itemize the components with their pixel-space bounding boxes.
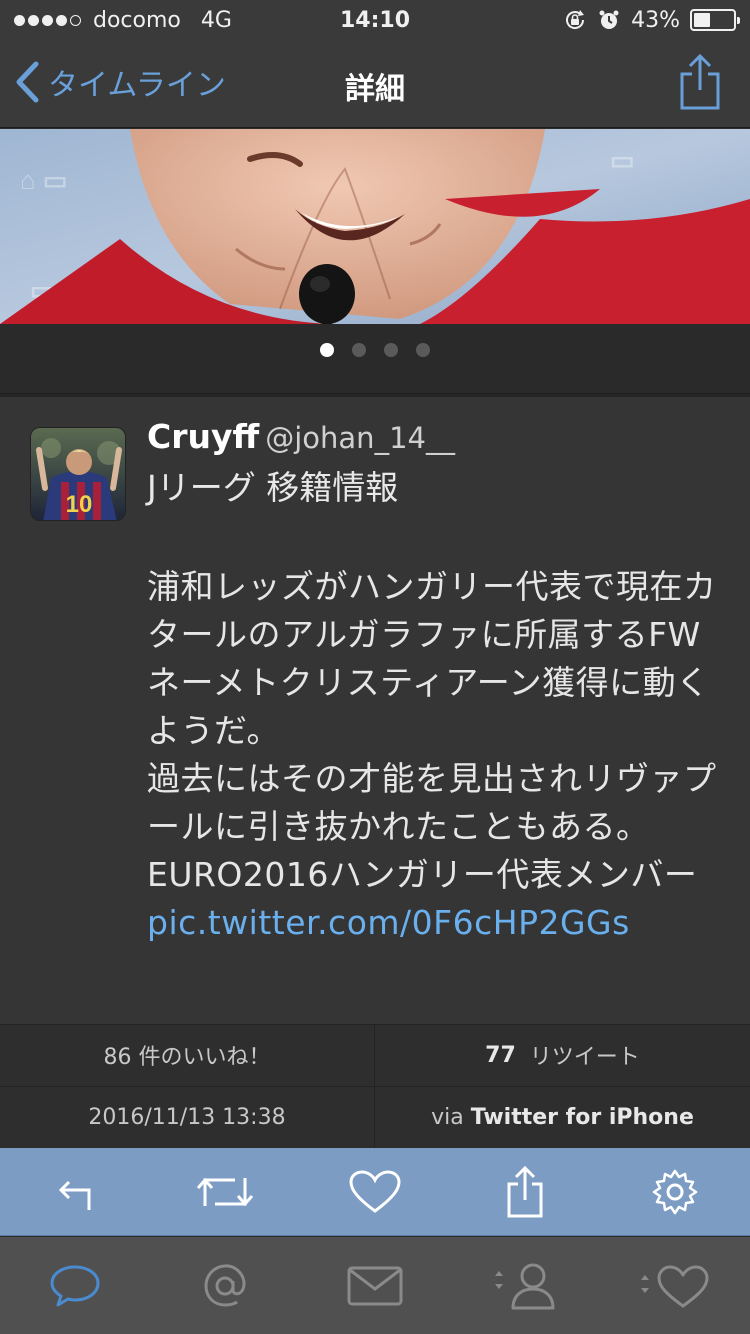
retweet-count-label: リツイート [529,1045,640,1070]
navigation-bar: タイムライン 詳細 [0,40,750,128]
carrier-name: docomo [93,7,181,33]
page-dot[interactable] [320,343,334,357]
share-icon [680,53,720,110]
timeline-bubble-icon [50,1265,100,1306]
svg-text:▭: ▭ [610,145,635,175]
media-photo: ⌂ ▭⌂ ▭▭ ▭ ⌂▭ ⌂ [0,129,750,324]
retweets-count[interactable]: 77 リツイート [375,1024,750,1086]
likes-count[interactable]: 86 件のいいね！ [0,1024,374,1086]
via-prefix: via [431,1104,464,1130]
tab-favorites[interactable] [625,1246,725,1326]
tab-profile[interactable] [475,1246,575,1326]
messages-envelope-icon [347,1266,403,1305]
share-button[interactable] [678,52,722,116]
settings-icon [652,1169,698,1214]
author-display-name: Cruyff [147,417,260,456]
battery-icon [690,9,740,31]
rotation-lock-icon [566,10,585,29]
tab-bar [0,1237,750,1334]
author-handle: @johan_14__ [265,421,455,455]
back-button[interactable]: タイムライン [14,60,226,104]
alarm-icon [599,10,619,29]
battery-level-fill [694,13,711,27]
tweet-timestamp: 2016/11/13 13:38 [88,1104,286,1130]
status-bar-left: docomo 4G [14,8,232,33]
author-bio: Jリーグ 移籍情報 [147,468,399,507]
tweet-paragraph: 過去にはその才能を見出されリヴァプールに引き抜かれたこともある。 [147,759,717,846]
tweet-paragraph-text: EURO2016ハンガリー代表メンバー [147,855,698,894]
avatar-image: 10 [31,428,125,520]
tab-mentions[interactable] [175,1246,275,1326]
tweet-action-bar [0,1148,750,1236]
status-bar: docomo 4G 14:10 43% [0,0,750,40]
tweet-detail: 10 Cruyff @johan_14__ Jリーグ 移籍情報 浦和レッズがハンガ… [0,397,750,1024]
divider [374,1024,375,1148]
page-dot[interactable] [384,343,398,357]
share-tweet-button[interactable] [485,1157,565,1227]
client-name: Twitter for iPhone [470,1104,694,1130]
avatar[interactable]: 10 [30,427,126,521]
tweet-source: via Twitter for iPhone [375,1086,750,1148]
divider [0,1024,750,1025]
divider [0,1086,750,1087]
favorites-heart-icon [641,1265,709,1307]
reply-button[interactable] [35,1157,115,1227]
tab-messages[interactable] [325,1246,425,1326]
avatar-jersey-number: 10 [66,491,93,518]
status-bar-right: 43% [563,7,740,33]
share-icon [507,1165,543,1217]
retweet-button[interactable] [185,1157,265,1227]
retweet-icon [196,1177,254,1206]
reply-icon [58,1180,91,1210]
svg-text:⌂ ▭: ⌂ ▭ [20,165,68,195]
like-icon [349,1169,401,1213]
tweet-paragraph: EURO2016ハンガリー代表メンバー pic.twitter.com/0F6c… [147,851,727,947]
tweet-media-image[interactable]: ⌂ ▭⌂ ▭▭ ▭ ⌂▭ ⌂ [0,129,750,324]
tweet-media-link[interactable]: pic.twitter.com/0F6cHP2GGs [147,903,630,942]
back-button-label: タイムライン [48,68,226,103]
like-button[interactable] [335,1157,415,1227]
page-dot[interactable] [416,343,430,357]
network-type: 4G [200,7,232,33]
retweet-count-number: 77 [485,1042,516,1068]
page-dot[interactable] [352,343,366,357]
mentions-at-icon [204,1263,246,1307]
chevron-left-icon [16,61,39,103]
tweet-stats: 86 件のいいね！ 77 リツイート 2016/11/13 13:38 via … [0,1024,750,1148]
battery-percent: 43% [631,7,680,33]
profile-icon [495,1263,555,1309]
signal-strength-icon [14,14,81,26]
settings-button[interactable] [635,1157,715,1227]
tab-timeline[interactable] [25,1246,125,1326]
tweet-text: 浦和レッズがハンガリー代表で現在カタールのアルガラファに所属するFWネーメトクリ… [147,563,727,947]
tweet-paragraph: 浦和レッズがハンガリー代表で現在カタールのアルガラファに所属するFWネーメトクリ… [147,567,717,750]
media-page-indicator[interactable] [0,324,750,394]
author-line[interactable]: Cruyff @johan_14__ [147,417,455,456]
